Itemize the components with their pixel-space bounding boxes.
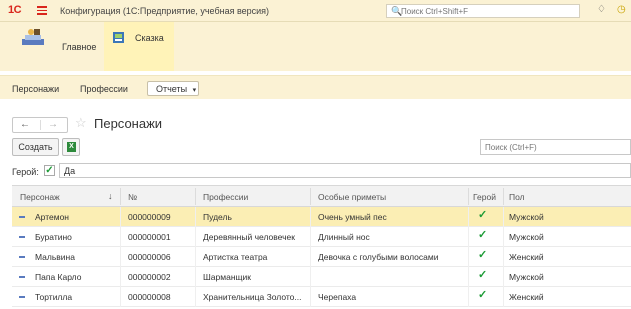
forward-arrow-icon[interactable]: → [48, 119, 58, 130]
table-row[interactable]: Папа Карло 000000002 Шарманщик Мужской ✓ [12, 267, 631, 287]
cell-marks: Очень умный пес [318, 212, 387, 222]
table-header: Персонаж ↓ № Профессии Особые приметы Ге… [12, 186, 631, 207]
hero-filter-label: Герой: [12, 167, 39, 177]
cell-gender: Мужской [509, 272, 544, 282]
cell-marks: Девочка с голубыми волосами [318, 252, 439, 262]
main-section-icon [22, 29, 44, 45]
cell-name: Тортилла [35, 292, 73, 302]
cell-num: 000000009 [128, 212, 171, 222]
item-marker-icon [19, 216, 25, 218]
sections-panel: Главное Сказка [0, 22, 631, 71]
cell-marks: Длинный нос [318, 232, 370, 242]
hero-check-icon: ✓ [478, 289, 488, 301]
main-menu-icon[interactable] [37, 6, 47, 15]
item-marker-icon [19, 236, 25, 238]
column-header-professions[interactable]: Профессии [203, 192, 248, 202]
cell-name: Артемон [35, 212, 69, 222]
cell-name: Мальвина [35, 252, 75, 262]
reports-label: Отчеты [156, 84, 188, 94]
cell-name: Буратино [35, 232, 72, 242]
cell-gender: Мужской [509, 232, 544, 242]
reports-dropdown[interactable]: Отчеты ▾ [147, 81, 199, 96]
table-row[interactable]: Буратино 000000001 Деревянный человечек Дли… [12, 227, 631, 247]
cell-gender: Мужской [509, 212, 544, 222]
cell-num: 000000001 [128, 232, 171, 242]
column-header-character[interactable]: Персонаж [20, 192, 60, 202]
column-header-number[interactable]: № [128, 192, 137, 202]
section-tale-label: Сказка [135, 33, 164, 43]
cell-profession: Артистка театра [203, 252, 268, 262]
cell-name: Папа Карло [35, 272, 82, 282]
history-nav: ← → [12, 117, 68, 133]
section-main[interactable]: Главное [0, 22, 100, 71]
column-header-gender[interactable]: Пол [509, 192, 525, 202]
column-header-marks[interactable]: Особые приметы [318, 192, 386, 202]
cell-gender: Женский [509, 252, 544, 262]
hero-check-icon: ✓ [478, 249, 488, 261]
hero-filter-field[interactable]: Да [59, 163, 631, 178]
cell-num: 000000002 [128, 272, 171, 282]
hero-check-icon: ✓ [478, 209, 488, 221]
cell-num: 000000006 [128, 252, 171, 262]
window-title: Конфигурация (1С:Предприятие, учебная ве… [60, 6, 270, 16]
item-marker-icon [19, 276, 25, 278]
item-marker-icon [19, 296, 25, 298]
back-arrow-icon[interactable]: ← [20, 119, 30, 130]
table-row[interactable]: Тортилла 000000008 Хранительница Золото...… [12, 287, 631, 307]
characters-table: Персонаж ↓ № Профессии Особые приметы Ге… [12, 185, 631, 309]
title-bar: 1С Конфигурация (1С:Предприятие, учебная… [0, 0, 631, 22]
history-icon[interactable]: ◷ [617, 4, 626, 15]
hero-filter-checkbox[interactable]: ✓ [44, 165, 55, 176]
notifications-icon[interactable]: ♢ [597, 4, 606, 15]
hero-check-icon: ✓ [478, 269, 488, 281]
create-button[interactable]: Создать [12, 138, 59, 156]
app-logo: 1С [8, 4, 22, 16]
cell-profession: Шарманщик [203, 272, 251, 282]
cell-gender: Женский [509, 292, 544, 302]
section-main-label: Главное [62, 42, 97, 52]
favorite-star-icon[interactable]: ☆ [75, 115, 87, 131]
export-excel-button[interactable]: X [62, 138, 80, 156]
cell-marks: Черепаха [318, 292, 357, 302]
table-row[interactable]: Мальвина 000000006 Артистка театра Девочка … [12, 247, 631, 267]
global-search-input[interactable] [401, 5, 577, 17]
hero-check-icon: ✓ [478, 229, 488, 241]
sort-down-icon: ↓ [108, 191, 113, 201]
cell-profession: Пудель [203, 212, 232, 222]
column-header-hero[interactable]: Герой [473, 192, 496, 202]
tale-section-icon [113, 32, 124, 43]
nav-item-professions[interactable]: Профессии [80, 84, 128, 94]
list-search-input[interactable] [480, 139, 631, 155]
cell-num: 000000008 [128, 292, 171, 302]
cell-profession: Хранительница Золото... [203, 292, 302, 302]
cell-profession: Деревянный человечек [203, 232, 295, 242]
chevron-down-icon: ▾ [192, 87, 197, 94]
excel-icon: X [67, 142, 76, 152]
navigation-panel: Персонажи Профессии Отчеты ▾ [0, 75, 631, 99]
section-tale[interactable]: Сказка [104, 22, 174, 71]
nav-item-characters[interactable]: Персонажи [12, 84, 59, 94]
table-row[interactable]: Артемон 000000009 Пудель Очень умный пес Муж… [12, 207, 631, 227]
page-title: Персонажи [94, 116, 163, 131]
item-marker-icon [19, 256, 25, 258]
global-search[interactable]: 🔍 [386, 4, 580, 18]
